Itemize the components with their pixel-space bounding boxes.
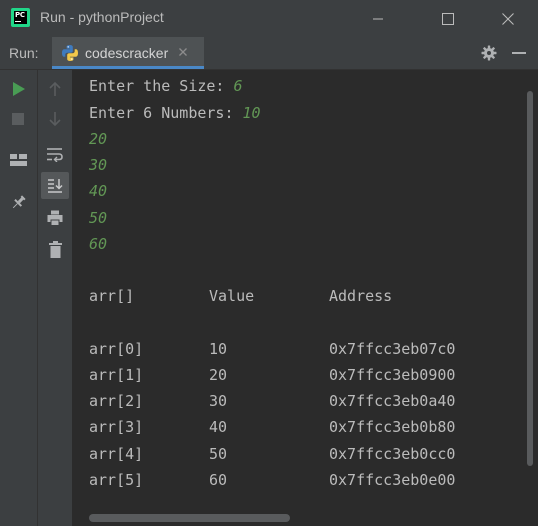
input-value: 50 bbox=[89, 209, 108, 227]
row-address: 0x7ffcc3eb0900 bbox=[329, 366, 456, 384]
row-value: 60 bbox=[209, 471, 228, 489]
title-bar: PC Run - pythonProject bbox=[0, 0, 538, 37]
trash-icon[interactable] bbox=[49, 241, 62, 258]
tab-codescracker[interactable]: codescracker bbox=[52, 37, 204, 69]
row-address: 0x7ffcc3eb07c0 bbox=[329, 340, 456, 358]
arrow-down-icon bbox=[49, 112, 61, 127]
minimize-button[interactable] bbox=[355, 0, 401, 37]
row-index: arr[1] bbox=[89, 366, 144, 384]
size-prompt-line: Enter the Size: 6 bbox=[89, 77, 243, 95]
scroll-to-end-button[interactable] bbox=[41, 172, 69, 199]
header-arr: arr[] bbox=[89, 287, 135, 305]
vertical-scrollbar[interactable] bbox=[527, 91, 533, 466]
arrow-up-icon bbox=[49, 81, 61, 96]
input-value: 30 bbox=[89, 156, 108, 174]
stop-icon bbox=[12, 113, 24, 125]
tab-label: codescracker bbox=[85, 45, 169, 61]
soft-wrap-icon[interactable] bbox=[46, 147, 64, 162]
input-value: 60 bbox=[89, 235, 108, 253]
run-icon[interactable] bbox=[12, 81, 26, 97]
row-address: 0x7ffcc3eb0e00 bbox=[329, 471, 456, 489]
header-value: Value bbox=[209, 287, 255, 305]
input-value: 10 bbox=[242, 104, 261, 122]
close-icon bbox=[502, 12, 514, 25]
header-address: Address bbox=[329, 287, 393, 305]
console-output[interactable]: Enter the Size: 6 Enter 6 Numbers: 10 20… bbox=[73, 70, 538, 526]
tab-close-icon[interactable] bbox=[178, 47, 188, 57]
row-index: arr[3] bbox=[89, 418, 144, 436]
size-input-value: 6 bbox=[233, 77, 243, 95]
row-value: 50 bbox=[209, 445, 228, 463]
run-controls-strip bbox=[0, 70, 38, 526]
run-label: Run: bbox=[9, 45, 39, 61]
row-address: 0x7ffcc3eb0b80 bbox=[329, 418, 456, 436]
row-value: 40 bbox=[209, 418, 228, 436]
numbers-prompt-line: Enter 6 Numbers: 10 bbox=[89, 104, 261, 122]
gear-icon[interactable] bbox=[481, 45, 497, 61]
row-index: arr[5] bbox=[89, 471, 144, 489]
layout-icon[interactable] bbox=[10, 154, 27, 167]
input-value: 40 bbox=[89, 182, 108, 200]
run-toolbar: Run: codescracker bbox=[0, 37, 538, 70]
row-value: 30 bbox=[209, 392, 228, 410]
row-address: 0x7ffcc3eb0a40 bbox=[329, 392, 456, 410]
close-window-button[interactable] bbox=[485, 0, 531, 37]
print-icon[interactable] bbox=[47, 210, 63, 226]
pycharm-logo-icon: PC bbox=[11, 8, 30, 27]
console-actions-strip bbox=[38, 70, 73, 526]
numbers-prompt: Enter 6 Numbers: bbox=[89, 104, 243, 122]
row-index: arr[0] bbox=[89, 340, 144, 358]
minus-icon[interactable] bbox=[512, 52, 526, 55]
minimize-icon bbox=[373, 18, 383, 19]
horizontal-scrollbar[interactable] bbox=[89, 514, 290, 522]
pin-icon[interactable] bbox=[10, 194, 27, 211]
scroll-to-end-icon bbox=[48, 179, 63, 193]
window-title: Run - pythonProject bbox=[40, 9, 164, 25]
row-value: 10 bbox=[209, 340, 228, 358]
row-index: arr[2] bbox=[89, 392, 144, 410]
logo-text: PC bbox=[15, 11, 25, 19]
tab-active-indicator bbox=[52, 66, 204, 69]
input-value: 20 bbox=[89, 130, 108, 148]
row-value: 20 bbox=[209, 366, 228, 384]
maximize-icon bbox=[442, 12, 454, 25]
maximize-button[interactable] bbox=[425, 0, 471, 37]
row-index: arr[4] bbox=[89, 445, 144, 463]
size-prompt: Enter the Size: bbox=[89, 77, 234, 95]
row-address: 0x7ffcc3eb0cc0 bbox=[329, 445, 456, 463]
python-icon bbox=[62, 45, 78, 61]
